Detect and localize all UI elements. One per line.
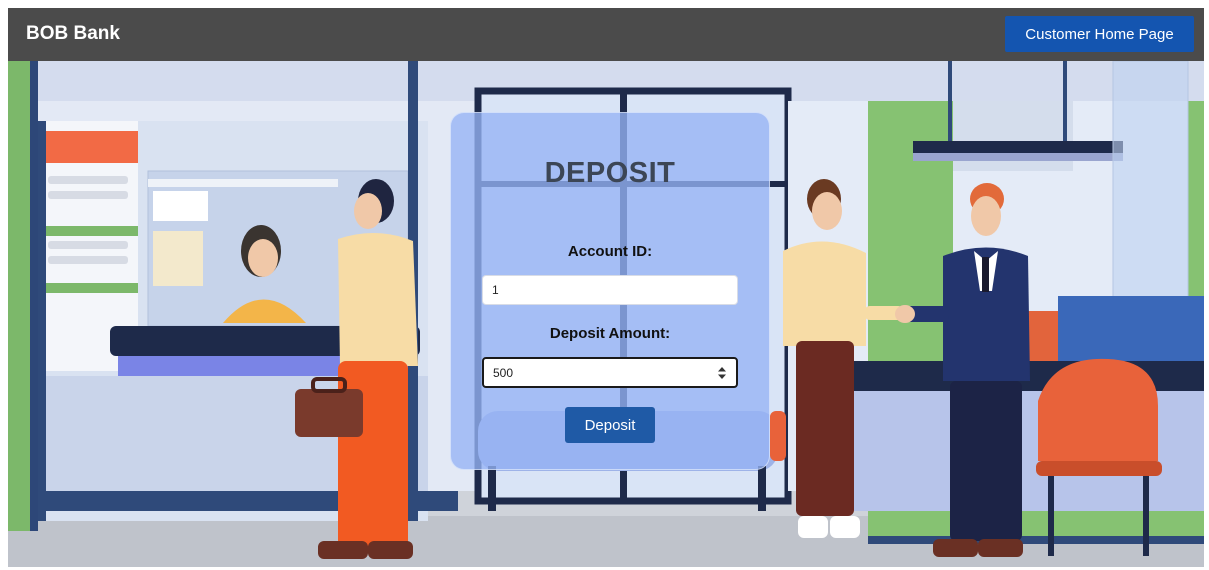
deposit-amount-label: Deposit Amount: [549,325,671,342]
account-id-label: Account ID: [567,243,653,260]
brand-title: BOB Bank [26,23,120,44]
deposit-submit-button[interactable]: Deposit [565,407,655,443]
customer-home-page-button[interactable]: Customer Home Page [1005,16,1194,52]
deposit-amount-input[interactable] [482,357,738,388]
deposit-form-card: DEPOSIT Account ID: Deposit Amount: Depo… [450,112,770,470]
form-title: DEPOSIT [544,157,676,189]
account-id-input[interactable] [482,275,738,305]
number-spinner-icon[interactable] [717,366,727,380]
bank-illustration-background: DEPOSIT Account ID: Deposit Amount: Depo… [8,61,1204,567]
top-navbar: BOB Bank Customer Home Page [8,8,1204,61]
